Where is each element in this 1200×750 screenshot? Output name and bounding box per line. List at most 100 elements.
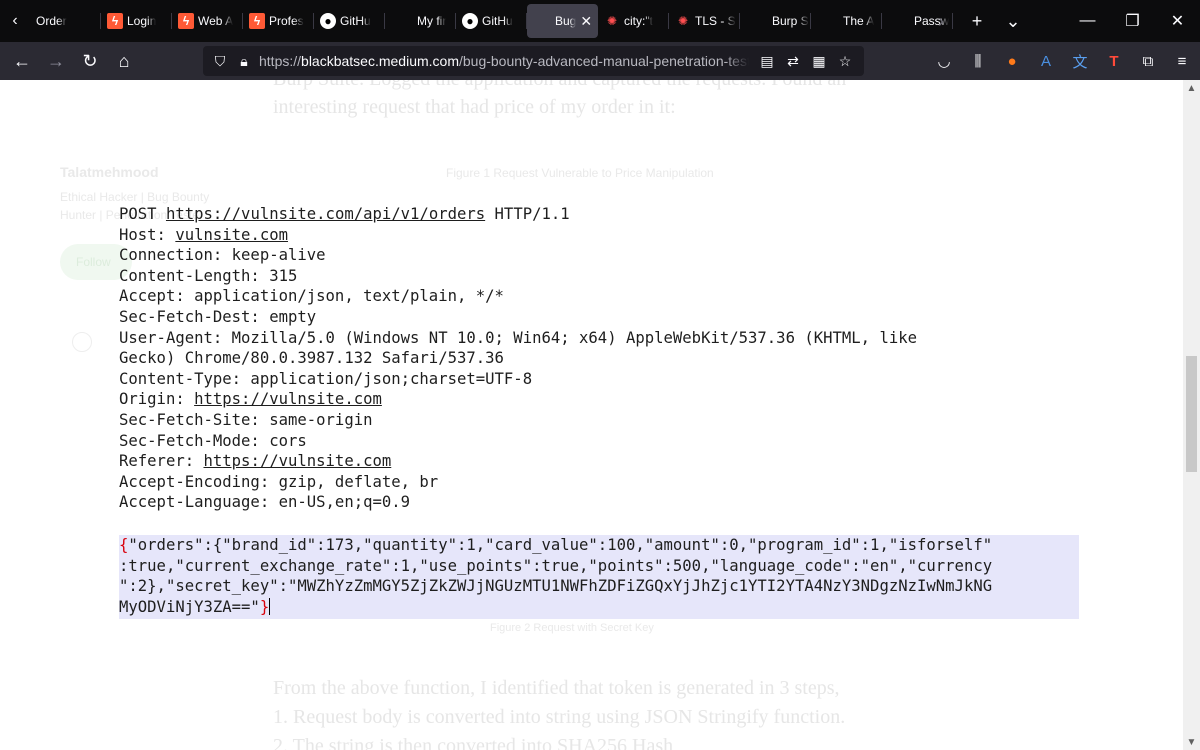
back-button[interactable]: ← xyxy=(6,45,38,77)
minimize-button[interactable]: — xyxy=(1065,0,1110,42)
new-tab-button[interactable]: + xyxy=(959,0,995,42)
article-text-top-2: interesting request that had price of my… xyxy=(273,96,676,118)
origin-label: Origin: xyxy=(119,390,195,409)
github-icon: ● xyxy=(320,13,336,29)
tab-0[interactable]: Order xyxy=(30,0,101,42)
host-label: Host: xyxy=(119,225,176,244)
bolt-icon: ϟ xyxy=(178,13,194,29)
request-body-json[interactable]: {"orders":{"brand_id":173,"quantity":1,"… xyxy=(119,535,1079,620)
library-icon[interactable]: ⫼ xyxy=(962,45,994,77)
host-link[interactable]: vulnsite.com xyxy=(175,226,288,244)
qr-code-icon[interactable]: ▦ xyxy=(806,48,832,74)
origin-link[interactable]: https://vulnsite.com xyxy=(194,390,382,408)
tab-label: TLS - S xyxy=(695,14,736,28)
bookmark-star-icon[interactable]: ☆ xyxy=(832,48,858,74)
url-prefix: https:// xyxy=(259,53,302,69)
tab-6[interactable]: ● GitHu xyxy=(456,0,527,42)
extensions-puzzle-icon[interactable]: ⧉ xyxy=(1132,45,1164,77)
referer-link[interactable]: https://vulnsite.com xyxy=(204,452,392,470)
tab-5[interactable]: My fir xyxy=(385,0,456,42)
foxyproxy-icon[interactable]: ● xyxy=(996,45,1028,77)
scrollbar-thumb[interactable] xyxy=(1186,356,1197,472)
author-bio-1: Ethical Hacker | Bug Bounty xyxy=(60,190,210,204)
restore-button[interactable]: ❐ xyxy=(1110,0,1155,42)
tab-1[interactable]: ϟ Login xyxy=(101,0,172,42)
header-sec-fetch-site: Sec-Fetch-Site: same-origin xyxy=(119,410,373,429)
url-bar[interactable]: ⛉ 🔒︎ https://blackbatsec.medium.com/bug-… xyxy=(203,46,864,76)
translate-icon[interactable]: ⇄ xyxy=(780,48,806,74)
url-text[interactable]: https://blackbatsec.medium.com/bug-bount… xyxy=(259,53,749,69)
article-text-top-1: Burp Suite. Logged the application and c… xyxy=(273,80,846,91)
tab-label: city:"t xyxy=(624,14,653,28)
header-sec-fetch-mode: Sec-Fetch-Mode: cors xyxy=(119,431,307,450)
tab-8[interactable]: ✺ city:"t xyxy=(598,0,669,42)
page-content: Burp Suite. Logged the application and c… xyxy=(0,80,1183,750)
tab-2[interactable]: ϟ Web A xyxy=(172,0,243,42)
request-protocol: HTTP/1.1 xyxy=(494,205,570,223)
reader-view-icon[interactable]: ▤ xyxy=(754,48,780,74)
json-open-brace: { xyxy=(119,536,129,554)
bolt-icon: ϟ xyxy=(107,13,123,29)
scroll-down-arrow-icon[interactable]: ▼ xyxy=(1183,734,1200,750)
header-accept: Accept: application/json, text/plain, */… xyxy=(119,287,504,306)
tab-label: My fir xyxy=(417,14,447,28)
list-all-tabs-button[interactable]: ⌄ xyxy=(995,0,1031,42)
header-user-agent-1: User-Agent: Mozilla/5.0 (Windows NT 10.0… xyxy=(119,328,917,347)
translator-extension-icon[interactable]: A xyxy=(1030,45,1062,77)
figure-caption-2: Figure 2 Request with Secret Key xyxy=(490,622,654,634)
header-accept-language: Accept-Language: en-US,en;q=0.9 xyxy=(119,493,411,512)
navigation-toolbar: ← → ↻ ⌂ ⛉ 🔒︎ https://blackbatsec.medium.… xyxy=(0,42,1200,80)
tracking-protection-shield-icon[interactable]: ⛉ xyxy=(211,52,229,70)
tab-label: The A xyxy=(843,14,875,28)
header-content-length: Content-Length: 315 xyxy=(119,266,298,285)
author-name[interactable]: Talatmehmood xyxy=(60,164,159,180)
tab-label: Login xyxy=(127,14,157,28)
app-menu-icon[interactable]: ≡ xyxy=(1166,45,1198,77)
json-line-2: :true,"current_exchange_rate":1,"use_poi… xyxy=(119,556,993,575)
tampermonkey-icon[interactable]: T xyxy=(1098,45,1130,77)
tab-4[interactable]: ● GitHu xyxy=(314,0,385,42)
request-method: POST xyxy=(119,205,157,223)
tab-list: Order ϟ Login ϟ Web Aϟ Profes ● GitHu My fir ● Git… xyxy=(30,0,953,42)
tab-scroll-left-button[interactable]: ‹ xyxy=(0,0,30,42)
tab-label: GitHu xyxy=(482,14,513,28)
tab-7[interactable]: Bug ✕ xyxy=(527,4,598,38)
pocket-icon[interactable]: ◡ xyxy=(928,45,960,77)
json-close-brace: } xyxy=(259,597,270,616)
vertical-scrollbar[interactable]: ▲ ▼ xyxy=(1183,80,1200,750)
tab-label: GitHu xyxy=(340,14,371,28)
header-sec-fetch-dest: Sec-Fetch-Dest: empty xyxy=(119,307,317,326)
burp-icon: ✺ xyxy=(606,14,618,28)
article-text-bottom-3: 2. The string is then converted into SHA… xyxy=(273,735,674,750)
header-connection: Connection: keep-alive xyxy=(119,246,326,265)
tab-strip: ‹ Order ϟ Login ϟ Web Aϟ Profes ● GitHu My fir ● G… xyxy=(0,0,1200,42)
article-text-bottom-1: From the above function, I identified th… xyxy=(273,677,840,699)
wappalyzer-icon[interactable]: 文 xyxy=(1064,45,1096,77)
tab-label: Web A xyxy=(198,14,234,28)
header-accept-encoding: Accept-Encoding: gzip, deflate, br xyxy=(119,472,439,491)
json-line-4: MyODViNjY3ZA==" xyxy=(119,597,260,616)
http-request-headers: POST https://vulnsite.com/api/v1/orders … xyxy=(119,204,917,513)
scroll-up-arrow-icon[interactable]: ▲ xyxy=(1183,80,1200,96)
close-tab-icon[interactable]: ✕ xyxy=(580,13,592,30)
tab-label: Order xyxy=(36,14,67,28)
lock-icon[interactable]: 🔒︎ xyxy=(235,52,253,70)
close-window-button[interactable]: ✕ xyxy=(1155,0,1200,42)
request-url[interactable]: https://vulnsite.com/api/v1/orders xyxy=(166,205,485,223)
clap-icon[interactable] xyxy=(72,332,92,352)
tab-scroll-right-button[interactable]: › xyxy=(923,0,959,42)
github-icon: ● xyxy=(462,13,478,29)
tab-3[interactable]: ϟ Profes xyxy=(243,0,314,42)
bolt-icon: ϟ xyxy=(249,13,265,29)
tab-10[interactable]: Burp S xyxy=(740,0,811,42)
tab-11[interactable]: The A xyxy=(811,0,882,42)
tabbar-controls: › + ⌄ — ❐ ✕ xyxy=(923,0,1200,42)
forward-button[interactable]: → xyxy=(40,45,72,77)
home-button[interactable]: ⌂ xyxy=(108,45,140,77)
toolbar-extensions: ◡ ⫼ ● A 文 T ⧉ ≡ xyxy=(928,42,1200,80)
header-content-type: Content-Type: application/json;charset=U… xyxy=(119,369,533,388)
url-host: blackbatsec.medium.com xyxy=(301,53,459,69)
tab-9[interactable]: ✺ TLS - S xyxy=(669,0,740,42)
article-text-bottom-2: 1. Request body is converted into string… xyxy=(273,706,846,728)
reload-button[interactable]: ↻ xyxy=(74,45,106,77)
